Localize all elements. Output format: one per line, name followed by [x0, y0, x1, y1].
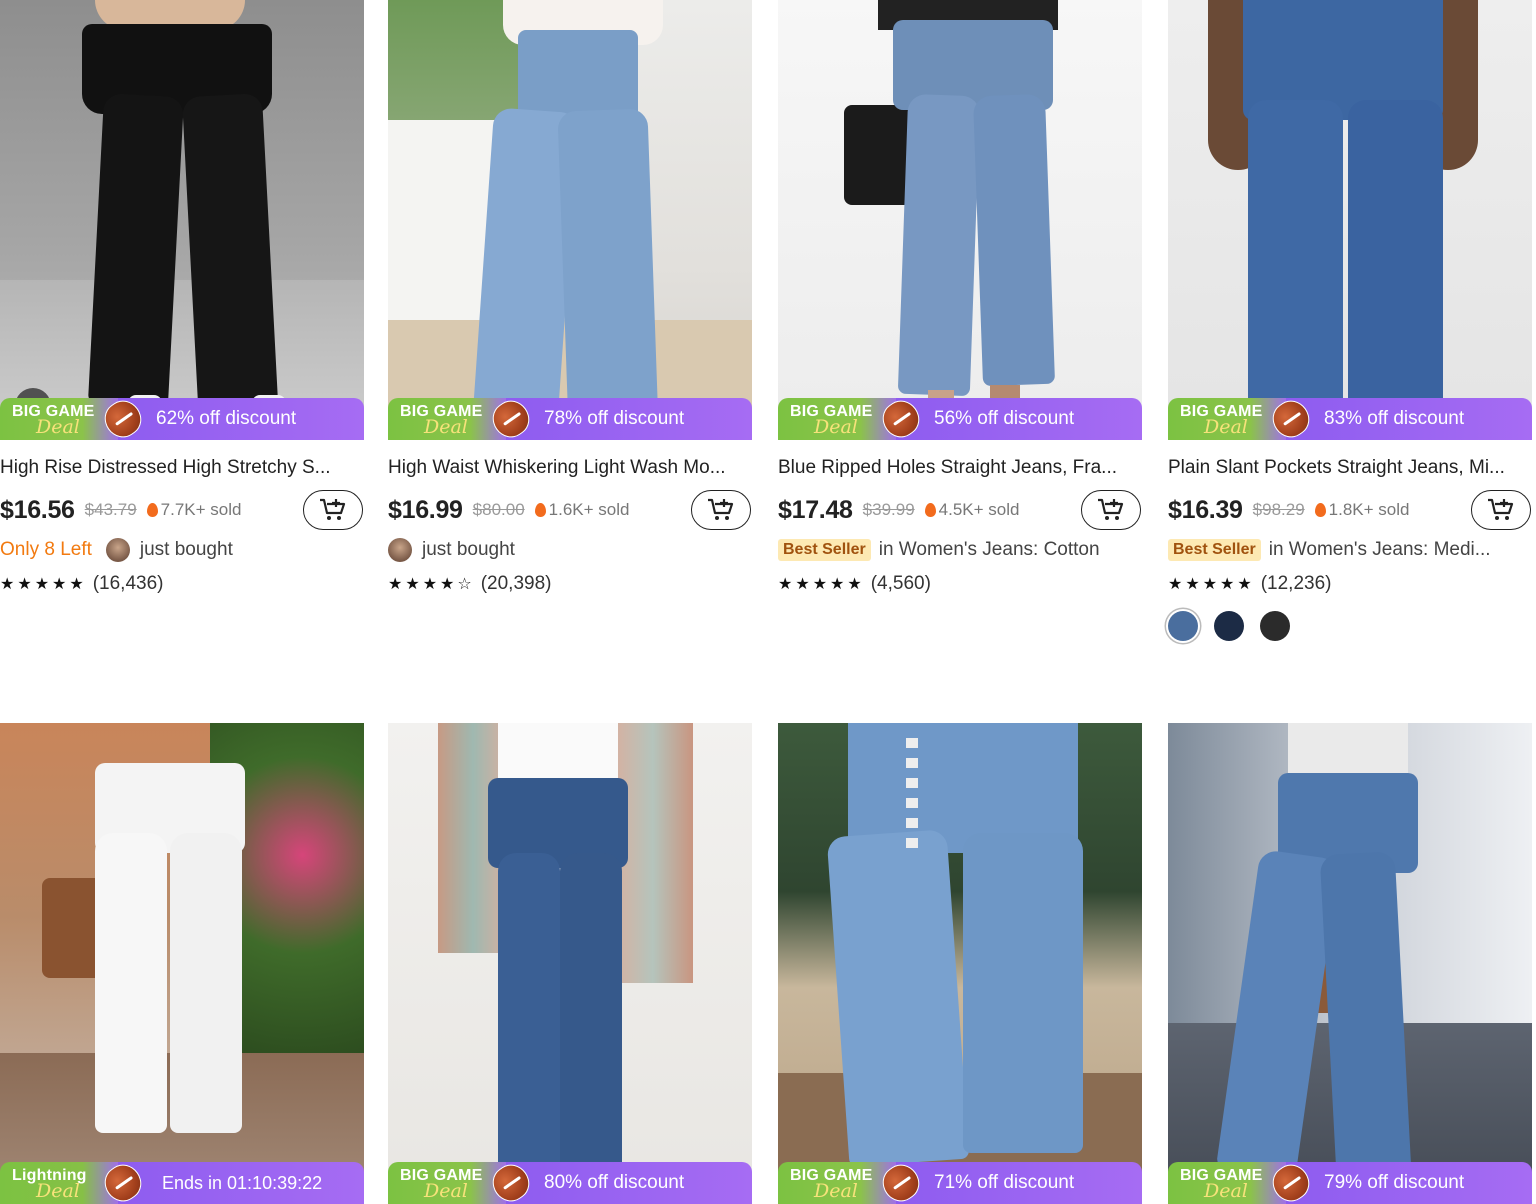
- stock-warning: Only 8 Left: [0, 539, 92, 560]
- review-count[interactable]: (4,560): [871, 573, 931, 595]
- product-image[interactable]: BIG GAME Deal 79% off discount: [1168, 723, 1532, 1204]
- product-image[interactable]: BIG GAME Deal 71% off discount: [778, 723, 1142, 1204]
- color-swatch[interactable]: [1214, 611, 1244, 641]
- product-card[interactable]: BIG GAME Deal 80% off discount: [388, 723, 753, 1204]
- deal-banner: BIG GAME Deal 71% off discount: [778, 1162, 1142, 1204]
- star-rating: ★★★★★: [778, 576, 865, 593]
- deal-banner: BIG GAME Deal 62% off discount: [0, 398, 364, 440]
- deal-banner: Lightning Deal Ends in 01:10:39:22: [0, 1162, 364, 1204]
- sold-count: 7.7K+ sold: [160, 500, 242, 519]
- sale-price: $16.39: [1168, 495, 1243, 524]
- discount-text: 71% off discount: [896, 1162, 1142, 1204]
- product-image[interactable]: Lightning Deal Ends in 01:10:39:22: [0, 723, 364, 1204]
- star-rating: ★★★★★: [1168, 576, 1255, 593]
- sold-count: 1.8K+ sold: [1328, 500, 1410, 519]
- discount-text: 62% off discount: [118, 398, 364, 440]
- add-to-cart-button[interactable]: [1471, 490, 1531, 530]
- cart-plus-icon: [1488, 498, 1514, 520]
- discount-text: 83% off discount: [1286, 398, 1532, 440]
- product-card[interactable]: BIG GAME Deal 71% off discount: [778, 723, 1143, 1204]
- original-price: $39.99: [862, 500, 915, 519]
- star-rating: ★★★★☆: [388, 576, 475, 593]
- product-card[interactable]: BIG GAME Deal 62% off discount High Rise …: [0, 0, 365, 599]
- category-link[interactable]: in Women's Jeans: Medi...: [1269, 539, 1491, 561]
- review-count[interactable]: (16,436): [93, 573, 164, 595]
- product-image[interactable]: BIG GAME Deal 80% off discount: [388, 723, 752, 1204]
- discount-text: 78% off discount: [506, 398, 752, 440]
- add-to-cart-button[interactable]: [1081, 490, 1141, 530]
- flame-icon: [924, 503, 936, 517]
- product-title[interactable]: High Waist Whiskering Light Wash Mo...: [388, 456, 744, 480]
- product-card[interactable]: BIG GAME Deal 56% off discount Blue Rippe…: [778, 0, 1143, 599]
- avatar: [388, 538, 412, 562]
- product-card[interactable]: Lightning Deal Ends in 01:10:39:22: [0, 723, 365, 1204]
- product-image[interactable]: BIG GAME Deal 83% off discount: [1168, 0, 1532, 440]
- product-card[interactable]: BIG GAME Deal 78% off discount High Waist…: [388, 0, 753, 599]
- product-title[interactable]: Blue Ripped Holes Straight Jeans, Fra...: [778, 456, 1134, 480]
- original-price: $80.00: [472, 500, 525, 519]
- original-price: $43.79: [84, 500, 137, 519]
- product-title[interactable]: Plain Slant Pockets Straight Jeans, Mi..…: [1168, 456, 1524, 480]
- product-image[interactable]: BIG GAME Deal 56% off discount: [778, 0, 1142, 440]
- activity-text: just bought: [422, 539, 515, 560]
- sold-count: 4.5K+ sold: [938, 500, 1020, 519]
- color-swatches: [1168, 611, 1533, 641]
- avatar: [105, 538, 130, 562]
- deal-banner: BIG GAME Deal 83% off discount: [1168, 398, 1532, 440]
- cart-plus-icon: [320, 498, 346, 520]
- countdown-text: Ends in 01:10:39:22: [118, 1162, 364, 1204]
- discount-text: 79% off discount: [1286, 1162, 1532, 1204]
- color-swatch[interactable]: [1260, 611, 1290, 641]
- review-count[interactable]: (20,398): [481, 573, 552, 595]
- best-seller-badge: Best Seller: [1168, 539, 1261, 561]
- product-card[interactable]: BIG GAME Deal 83% off discount Plain Slan…: [1168, 0, 1533, 641]
- cart-plus-icon: [1098, 498, 1124, 520]
- best-seller-badge: Best Seller: [778, 539, 871, 561]
- category-link[interactable]: in Women's Jeans: Cotton: [879, 539, 1100, 561]
- deal-banner: BIG GAME Deal 80% off discount: [388, 1162, 752, 1204]
- color-swatch[interactable]: [1168, 611, 1198, 641]
- deal-banner: BIG GAME Deal 79% off discount: [1168, 1162, 1532, 1204]
- star-rating: ★★★★★: [0, 576, 87, 593]
- activity-text: just bought: [139, 539, 233, 560]
- product-image[interactable]: BIG GAME Deal 78% off discount: [388, 0, 752, 440]
- cart-plus-icon: [708, 498, 734, 520]
- sale-price: $16.99: [388, 495, 463, 524]
- flame-icon: [146, 503, 158, 517]
- flame-icon: [534, 503, 546, 517]
- add-to-cart-button[interactable]: [303, 490, 363, 530]
- product-image[interactable]: BIG GAME Deal 62% off discount: [0, 0, 364, 440]
- product-card[interactable]: BIG GAME Deal 79% off discount: [1168, 723, 1533, 1204]
- sale-price: $17.48: [778, 495, 853, 524]
- sale-price: $16.56: [0, 495, 75, 524]
- add-to-cart-button[interactable]: [691, 490, 751, 530]
- deal-banner: BIG GAME Deal 56% off discount: [778, 398, 1142, 440]
- review-count[interactable]: (12,236): [1261, 573, 1332, 595]
- discount-text: 80% off discount: [506, 1162, 752, 1204]
- flame-icon: [1314, 503, 1326, 517]
- deal-banner: BIG GAME Deal 78% off discount: [388, 398, 752, 440]
- product-title[interactable]: High Rise Distressed High Stretchy S...: [0, 456, 356, 480]
- original-price: $98.29: [1252, 500, 1305, 519]
- discount-text: 56% off discount: [896, 398, 1142, 440]
- sold-count: 1.6K+ sold: [548, 500, 630, 519]
